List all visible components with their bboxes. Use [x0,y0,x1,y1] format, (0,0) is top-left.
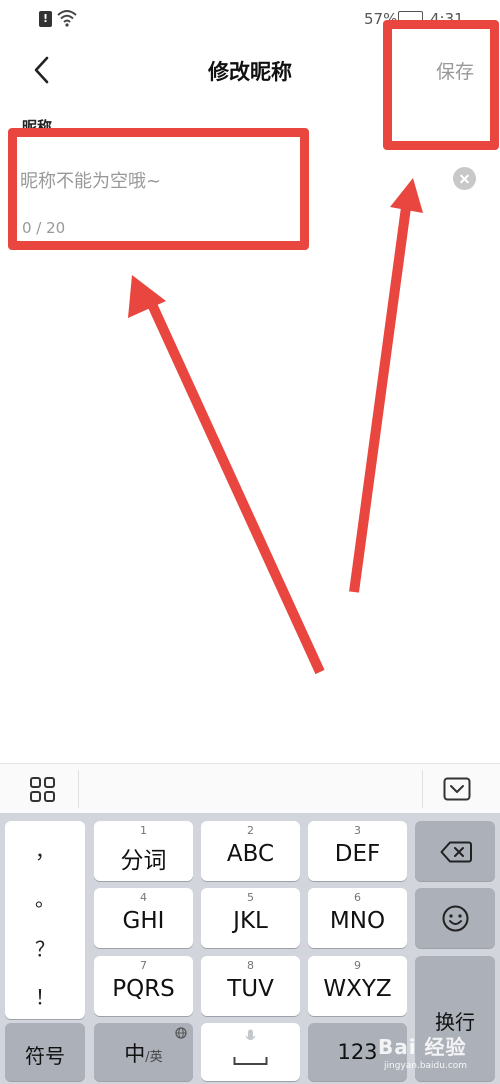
clear-icon[interactable] [453,167,476,190]
punct-key-question[interactable]: ？ [5,933,85,962]
key-label: WXYZ [323,976,392,1002]
hide-keyboard-icon[interactable] [443,777,471,801]
symbols-key[interactable]: 符号 [5,1023,85,1081]
annotation-arrow-input [128,275,325,675]
wifi-icon [57,10,77,27]
backspace-icon [440,841,472,863]
alert-icon: ! [39,11,52,27]
key-label: TUV [227,976,274,1002]
punct-key-exclaim[interactable]: ！ [5,981,85,1010]
space-key[interactable] [201,1023,300,1081]
key-3[interactable]: 3 DEF [308,821,407,881]
backspace-key[interactable] [415,821,495,881]
key-1[interactable]: 1 分词 [94,821,193,881]
key-label: JKL [233,908,268,934]
annotation-arrow-save [349,178,423,593]
key-8[interactable]: 8 TUV [201,956,300,1016]
key-5[interactable]: 5 JKL [201,888,300,948]
apps-grid-icon[interactable] [30,777,55,802]
language-switch-key[interactable]: 中/英 [94,1023,193,1081]
key-label: ABC [226,841,275,867]
key-6[interactable]: 6 MNO [308,888,407,948]
punct-key-comma[interactable]: ， [5,835,85,864]
toolbar-divider [78,770,79,808]
key-label: PQRS [112,976,175,1002]
punct-key-period[interactable]: 。 [5,883,85,912]
emoji-icon [442,905,469,932]
key-9[interactable]: 9 WXYZ [308,956,407,1016]
key-label: MNO [329,908,386,934]
key-2[interactable]: 2 ABC [201,821,300,881]
symbols-key-label: 符号 [25,1044,65,1068]
key-label: DEF [334,841,381,867]
key-label: 分词 [120,848,167,874]
keyboard-toolbar [0,763,500,813]
key-7[interactable]: 7 PQRS [94,956,193,1016]
spacebar-icon [233,1057,268,1065]
annotation-box-input [8,128,309,250]
key-label: GHI [122,908,165,934]
emoji-key[interactable] [415,888,495,948]
microphone-icon [245,1029,256,1041]
toolbar-divider [422,770,423,808]
language-key-label: 中/英 [124,1042,163,1066]
baidu-watermark: Bai 经验 jingyan.baidu.com [378,1035,468,1071]
annotation-box-save [383,20,499,150]
punctuation-column: ， 。 ？ ！ [5,821,85,1019]
key-4[interactable]: 4 GHI [94,888,193,948]
